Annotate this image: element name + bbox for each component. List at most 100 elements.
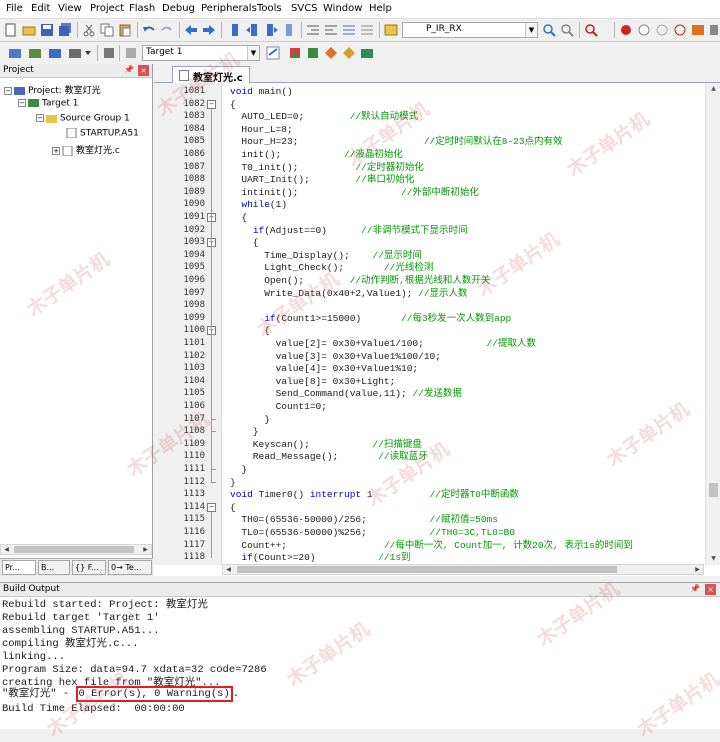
- debug-session-icon[interactable]: [584, 23, 598, 37]
- new-file-icon[interactable]: [4, 23, 18, 37]
- configure-icon[interactable]: [691, 23, 705, 37]
- find-in-files-icon[interactable]: [384, 23, 398, 37]
- expand-icon[interactable]: +: [52, 146, 60, 155]
- navigate-back-icon[interactable]: [184, 23, 198, 37]
- menu-tools[interactable]: Tools: [257, 3, 282, 14]
- close-icon[interactable]: ×: [705, 584, 716, 595]
- menu-flash[interactable]: Flash: [129, 3, 155, 14]
- code-area[interactable]: void main(){ AUTO_LED=0; //默认自动模式 Hour_L…: [222, 83, 704, 565]
- fold-toggle-icon[interactable]: −: [207, 99, 216, 109]
- tab-templates[interactable]: 0→ Te...: [108, 560, 152, 575]
- code-line: Count++; //每中断一次, Count加一, 计数20次, 表示1s的时…: [230, 539, 633, 551]
- scroll-up-icon[interactable]: ▲: [706, 83, 720, 95]
- manage-components-icon[interactable]: [306, 46, 320, 60]
- scroll-left-icon[interactable]: ◀: [223, 565, 234, 574]
- navigate-forward-icon[interactable]: [202, 23, 216, 37]
- chevron-down-icon[interactable]: [84, 46, 92, 60]
- editor-vscrollbar[interactable]: ▲ ▼: [705, 83, 720, 565]
- tab-functions[interactable]: {} F...: [72, 560, 106, 575]
- line-number: 1110: [183, 451, 205, 462]
- tree-item-c-file[interactable]: + 教室灯光.c: [52, 143, 120, 156]
- scroll-right-icon[interactable]: ▶: [140, 545, 151, 554]
- code-line: UART_Init(); //串口初始化: [230, 174, 415, 186]
- line-number: 1100: [183, 325, 205, 336]
- download-icon[interactable]: [102, 46, 116, 60]
- menu-edit[interactable]: Edit: [31, 3, 50, 14]
- menu-svcs[interactable]: SVCS: [291, 3, 318, 14]
- close-icon[interactable]: ×: [138, 65, 149, 76]
- tree-item-startup-file[interactable]: STARTUP.A51: [66, 128, 139, 139]
- line-number: 1085: [183, 136, 205, 147]
- paste-icon[interactable]: [118, 23, 132, 37]
- fold-guide: [211, 511, 212, 559]
- tab-source-file[interactable]: 教室灯光.c: [172, 66, 250, 84]
- breakpoint-disable-icon[interactable]: [655, 23, 669, 37]
- uncomment-selection-icon[interactable]: [360, 23, 374, 37]
- line-number: 1112: [183, 476, 205, 487]
- translate-icon[interactable]: [8, 46, 22, 60]
- scroll-down-icon[interactable]: ▼: [706, 553, 720, 565]
- open-folder-icon[interactable]: [22, 23, 36, 37]
- tree-item-label: STARTUP.A51: [80, 128, 139, 139]
- tree-item-project[interactable]: − Project: 教室灯光: [4, 83, 101, 96]
- event-recorder-icon[interactable]: [360, 46, 374, 60]
- comment-selection-icon[interactable]: [342, 23, 356, 37]
- code-line: while(1): [241, 199, 288, 211]
- menu-window[interactable]: Window: [323, 3, 362, 14]
- scroll-right-icon[interactable]: ▶: [692, 565, 703, 574]
- tab-books[interactable]: B...: [38, 560, 70, 575]
- find-icon[interactable]: [542, 23, 556, 37]
- pack-installer-icon[interactable]: [324, 46, 338, 60]
- pin-icon[interactable]: 📌: [124, 65, 134, 74]
- menu-project[interactable]: Project: [90, 3, 124, 14]
- menu-view[interactable]: View: [58, 3, 82, 14]
- menu-file[interactable]: File: [6, 3, 23, 14]
- build-icon[interactable]: [28, 46, 42, 60]
- copy-icon[interactable]: [100, 23, 114, 37]
- select-software-packs-icon[interactable]: [342, 46, 356, 60]
- bookmark-next-icon[interactable]: [264, 23, 278, 37]
- breakpoint-enable-icon[interactable]: [637, 23, 651, 37]
- bookmark-prev-icon[interactable]: [246, 23, 260, 37]
- code-line: intinit(); //外部中断初始化: [230, 186, 479, 198]
- menu-debug[interactable]: Debug: [162, 3, 195, 14]
- tab-project[interactable]: Pr...: [2, 560, 36, 575]
- editor-hscrollbar[interactable]: ◀ ▶: [222, 564, 704, 575]
- project-hscrollbar[interactable]: ◀ ▶: [0, 544, 152, 555]
- fold-toggle-icon[interactable]: −: [207, 502, 216, 512]
- collapse-icon[interactable]: −: [36, 114, 44, 122]
- pin-icon[interactable]: 📌: [690, 584, 700, 593]
- scroll-left-icon[interactable]: ◀: [1, 545, 12, 554]
- find-text-combo[interactable]: P_IR_RX ▼: [402, 22, 538, 38]
- bookmark-clear-icon[interactable]: [282, 23, 296, 37]
- code-line: Count1=0;: [230, 401, 327, 412]
- tree-item-target[interactable]: − Target 1: [18, 98, 78, 109]
- redo-icon[interactable]: [160, 23, 174, 37]
- bookmark-insert-icon[interactable]: [228, 23, 242, 37]
- chevron-down-icon[interactable]: ▼: [525, 23, 537, 37]
- menu-peripherals[interactable]: Peripherals: [201, 3, 257, 14]
- target-select[interactable]: Target 1 ▼: [142, 45, 260, 61]
- collapse-icon[interactable]: −: [4, 86, 12, 95]
- rebuild-icon[interactable]: [48, 46, 62, 60]
- cut-icon[interactable]: [82, 23, 96, 37]
- save-all-icon[interactable]: [58, 23, 72, 37]
- find-text-value: P_IR_RX: [426, 24, 462, 34]
- stop-build-icon[interactable]: [124, 46, 138, 60]
- unindent-icon[interactable]: [324, 23, 338, 37]
- toolbar-overflow-icon[interactable]: [709, 23, 720, 37]
- chevron-down-icon[interactable]: ▼: [247, 46, 259, 60]
- menu-help[interactable]: Help: [369, 3, 392, 14]
- tree-item-source-group[interactable]: − Source Group 1: [36, 113, 130, 124]
- breakpoint-insert-icon[interactable]: [619, 23, 633, 37]
- indent-icon[interactable]: [306, 23, 320, 37]
- breakpoint-kill-icon[interactable]: [673, 23, 687, 37]
- incremental-find-icon[interactable]: [560, 23, 574, 37]
- line-number: 1089: [183, 186, 205, 197]
- collapse-icon[interactable]: −: [18, 99, 26, 107]
- save-icon[interactable]: [40, 23, 54, 37]
- undo-icon[interactable]: [142, 23, 156, 37]
- batch-build-icon[interactable]: [68, 46, 82, 60]
- file-extensions-icon[interactable]: [288, 46, 302, 60]
- target-options-icon[interactable]: [266, 46, 280, 60]
